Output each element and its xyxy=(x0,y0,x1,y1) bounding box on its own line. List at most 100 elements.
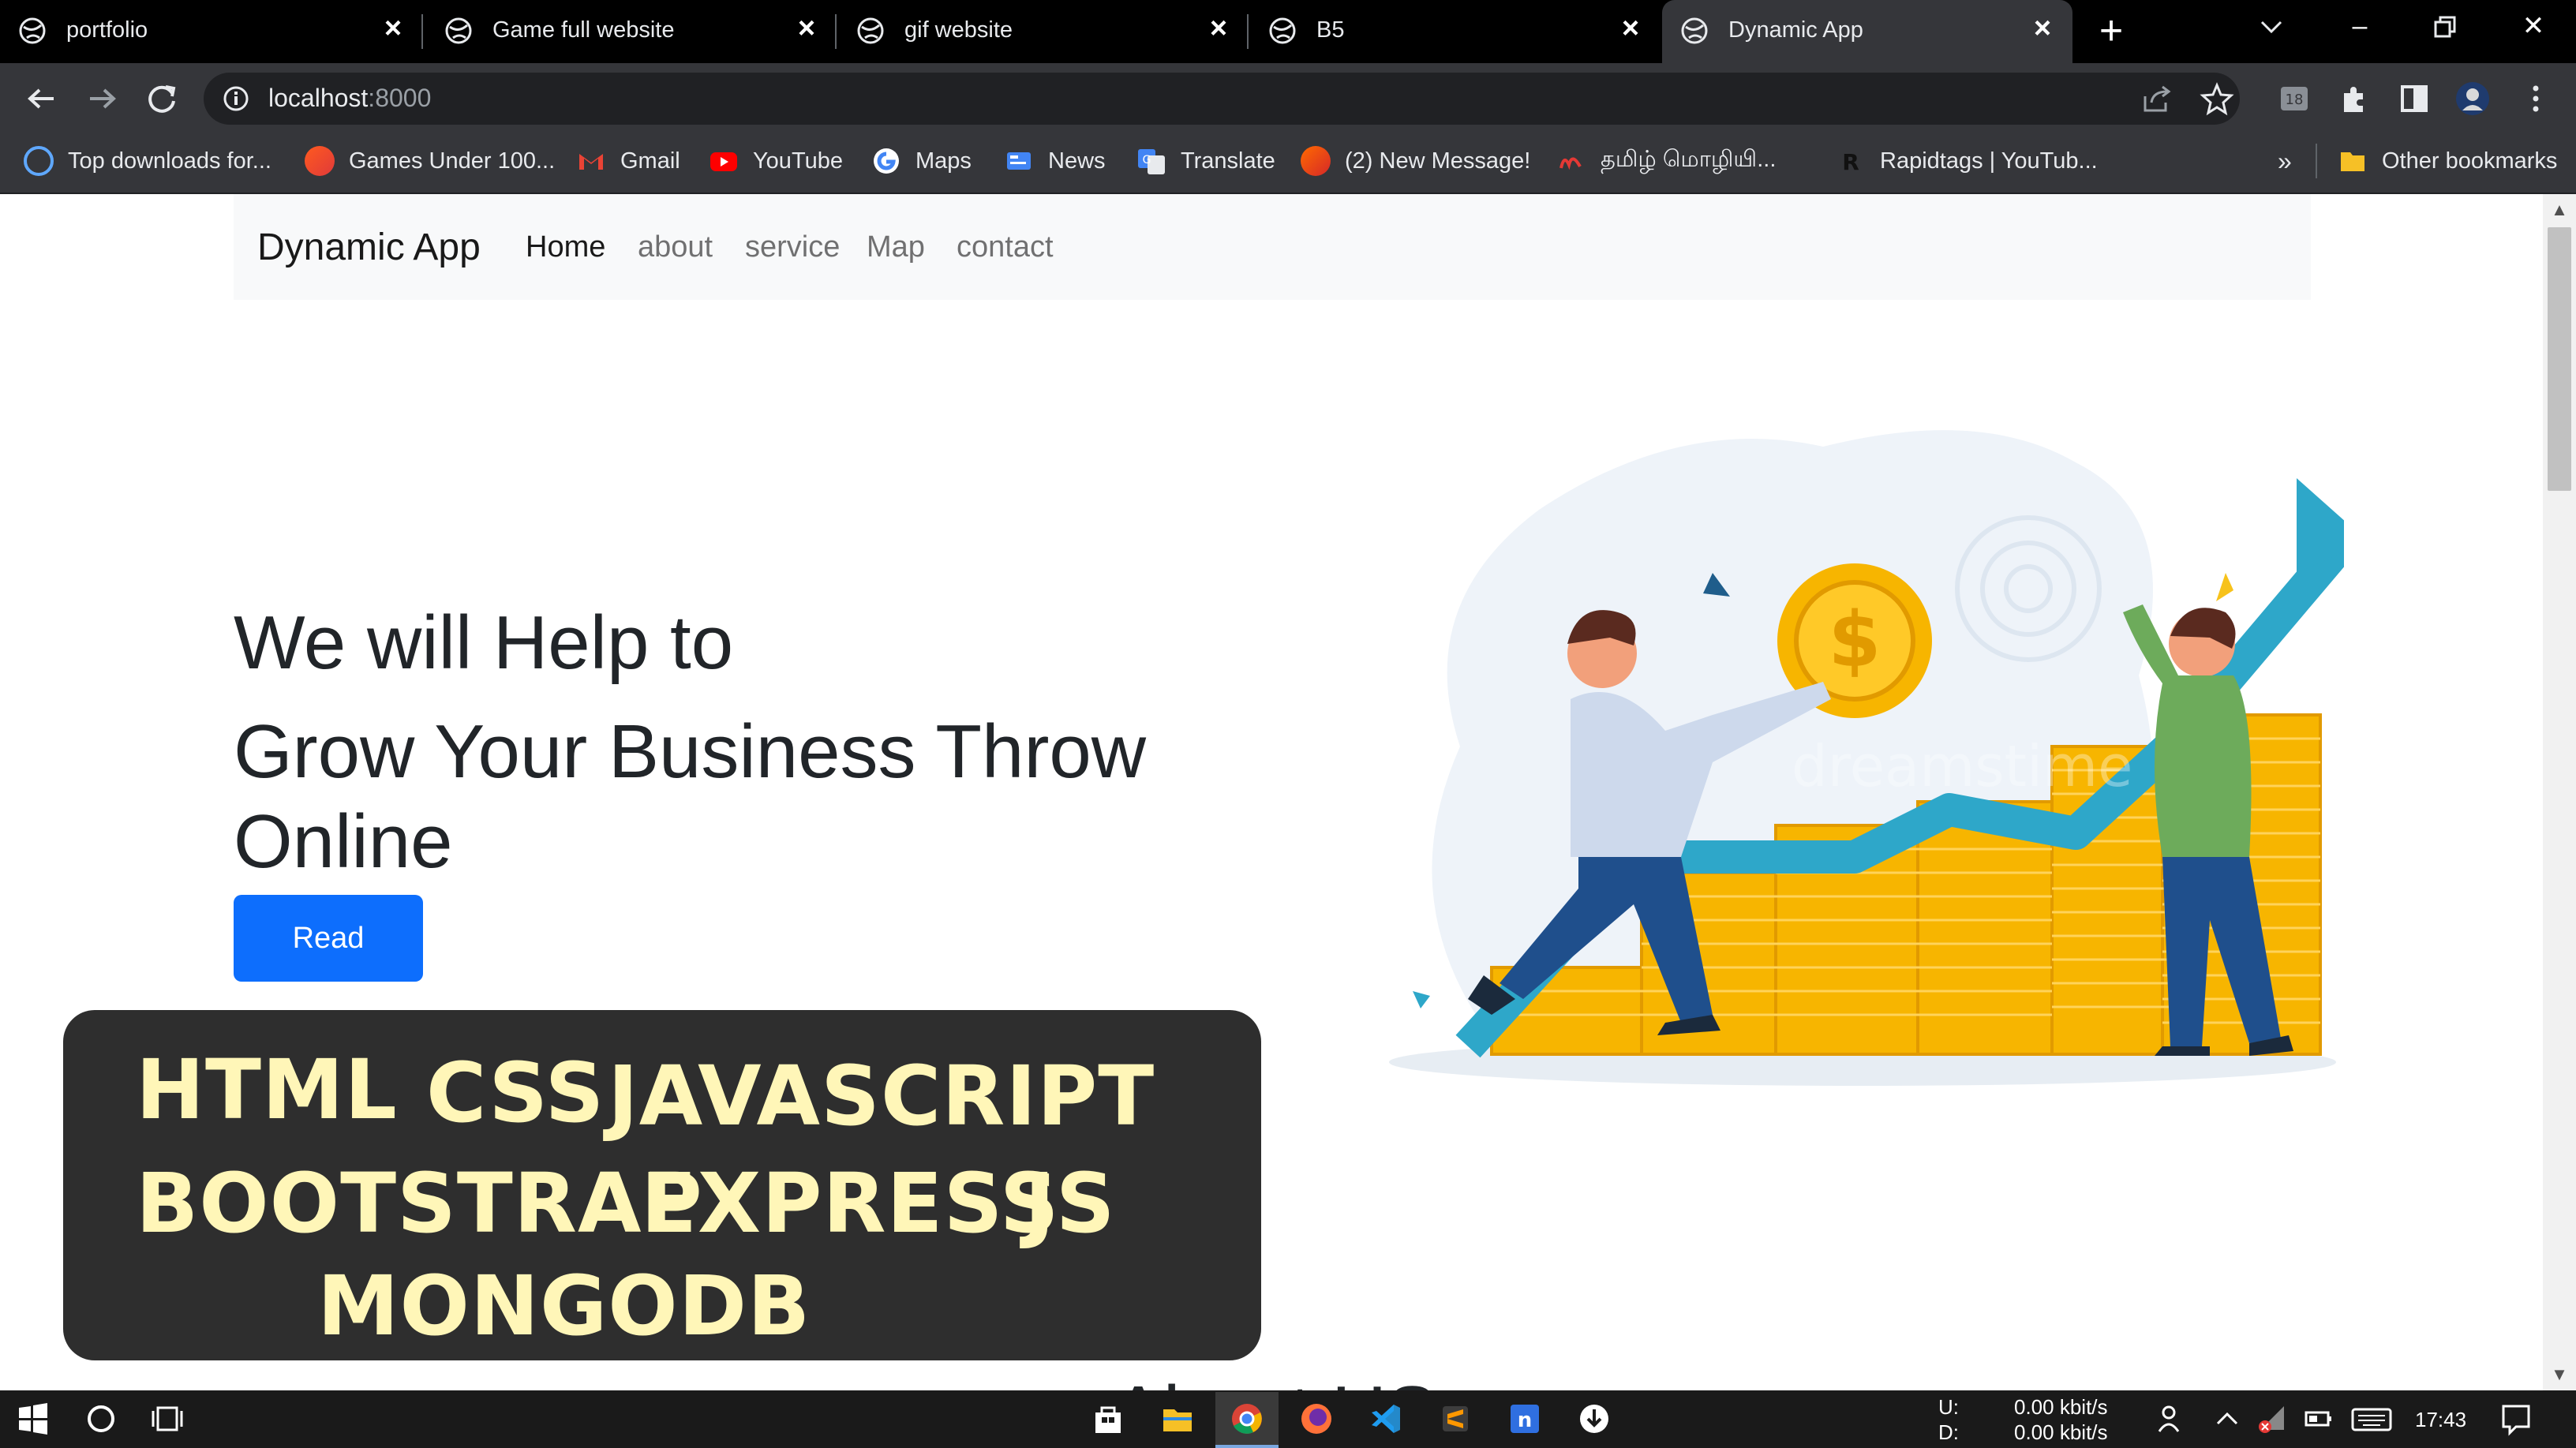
notifications-icon[interactable] xyxy=(2499,1401,2533,1436)
vscode-icon[interactable] xyxy=(1368,1401,1403,1436)
tab-separator xyxy=(1247,14,1249,49)
tab-b5[interactable]: B5 × xyxy=(1250,0,1661,63)
scroll-down-arrow[interactable]: ▼ xyxy=(2543,1360,2576,1389)
tech-label-mongodb: MONGODB xyxy=(317,1258,811,1354)
profile-avatar[interactable] xyxy=(2454,80,2491,117)
forward-icon[interactable] xyxy=(82,79,122,118)
tab-title: gif website xyxy=(904,17,1013,43)
tab-dynamic-app[interactable]: Dynamic App × xyxy=(1662,0,2072,63)
tech-label-javascript: JAVASCRIPT xyxy=(608,1048,1155,1144)
bookmarks-divider xyxy=(2316,144,2317,178)
notion-like-app-icon[interactable]: n xyxy=(1507,1401,1542,1436)
nav-link-about[interactable]: about xyxy=(638,230,713,264)
search-icon[interactable] xyxy=(84,1401,118,1436)
bookmark-top-downloads[interactable]: Top downloads for... xyxy=(24,144,271,178)
store-icon[interactable] xyxy=(1091,1401,1125,1436)
tab-strip: portfolio × Game full website × gif webs… xyxy=(0,0,2576,63)
tech-label-js: JS xyxy=(1024,1155,1116,1252)
battery-icon[interactable] xyxy=(2301,1401,2336,1436)
globe-icon xyxy=(1269,17,1296,44)
tech-label-css: CSS xyxy=(426,1045,605,1141)
read-button[interactable]: Read xyxy=(234,895,423,982)
hero-illustration: $ dreamstime xyxy=(1389,430,2344,1086)
restore-button[interactable] xyxy=(2431,14,2459,43)
bookmark-label: News xyxy=(1048,148,1106,174)
bookmark-translate[interactable]: G Translate xyxy=(1136,144,1275,178)
chrome-icon[interactable] xyxy=(1230,1401,1264,1436)
url-port: :8000 xyxy=(368,84,432,112)
tab-gif-website[interactable]: gif website × xyxy=(838,0,1249,63)
network-disconnected-icon[interactable] xyxy=(2256,1401,2290,1436)
site-info-icon[interactable] xyxy=(221,84,251,114)
file-explorer-icon[interactable] xyxy=(1160,1401,1195,1436)
scroll-up-arrow[interactable]: ▲ xyxy=(2543,196,2576,224)
bookmark-maps[interactable]: Maps xyxy=(871,144,972,178)
bookmarks-overflow-button[interactable]: » xyxy=(2278,144,2292,178)
close-window-button[interactable]: ✕ xyxy=(2510,6,2557,46)
game-site-icon xyxy=(305,146,335,176)
bookmark-news[interactable]: News xyxy=(1004,144,1106,178)
close-icon[interactable]: × xyxy=(2027,13,2058,44)
bookmark-label: Rapidtags | YouTub... xyxy=(1880,148,2098,174)
browser-menu-icon[interactable] xyxy=(2518,80,2554,117)
svg-text:G: G xyxy=(1143,154,1151,167)
windows-start-icon[interactable] xyxy=(16,1401,51,1436)
close-icon[interactable]: × xyxy=(1203,13,1234,44)
bookmark-rapidtags[interactable]: R Rapidtags | YouTub... xyxy=(1836,144,2098,178)
close-icon[interactable]: × xyxy=(791,13,822,44)
tab-search-chevron-icon[interactable] xyxy=(2256,16,2287,39)
bookmark-gmail[interactable]: Gmail xyxy=(576,144,680,178)
reload-icon[interactable] xyxy=(142,79,182,118)
nav-link-contact[interactable]: contact xyxy=(957,230,1054,264)
site-navbar: Dynamic App Home about service Map conta… xyxy=(234,194,2311,300)
back-icon[interactable] xyxy=(22,79,62,118)
close-icon[interactable]: × xyxy=(377,13,409,44)
address-bar[interactable] xyxy=(204,73,2240,125)
svg-text:R: R xyxy=(1842,149,1859,175)
nav-link-service[interactable]: service xyxy=(745,230,840,264)
share-icon[interactable] xyxy=(2139,80,2175,117)
bookmark-label: Other bookmarks xyxy=(2382,148,2558,174)
tamil-site-icon xyxy=(1559,157,1582,170)
folder-icon xyxy=(2341,152,2364,171)
tab-portfolio[interactable]: portfolio × xyxy=(0,0,423,63)
new-tab-button[interactable]: + xyxy=(2091,10,2131,51)
other-bookmarks[interactable]: Other bookmarks xyxy=(2338,144,2557,178)
firefox-icon[interactable] xyxy=(1299,1401,1334,1436)
translate-icon: G xyxy=(1138,149,1165,174)
bookmark-new-message[interactable]: (2) New Message! xyxy=(1301,144,1530,178)
youtube-icon xyxy=(710,152,737,171)
nav-link-home[interactable]: Home xyxy=(526,230,605,264)
close-icon[interactable]: × xyxy=(1615,13,1646,44)
extensions-puzzle-icon[interactable] xyxy=(2336,80,2372,117)
people-icon[interactable] xyxy=(2155,1401,2189,1436)
minimize-button[interactable]: – xyxy=(2336,6,2383,46)
side-panel-icon[interactable] xyxy=(2396,80,2432,117)
tab-title: B5 xyxy=(1316,17,1345,43)
globe-icon xyxy=(24,146,54,176)
extension-badge-icon[interactable]: 18 xyxy=(2276,80,2312,117)
bookmark-tamil[interactable]: தமிழ் மொழியி... xyxy=(1556,144,1776,178)
chevron-up-icon[interactable] xyxy=(2210,1401,2245,1436)
globe-icon xyxy=(1681,17,1708,44)
google-icon xyxy=(874,148,899,174)
scrollbar-thumb[interactable] xyxy=(2548,227,2571,491)
nav-link-map[interactable]: Map xyxy=(867,230,925,264)
hero-heading-line1: We will Help to xyxy=(234,601,734,685)
bookmark-games-under-100[interactable]: Games Under 100... xyxy=(305,144,555,178)
tab-separator xyxy=(421,14,423,49)
globe-icon xyxy=(857,17,884,44)
tab-game-full-website[interactable]: Game full website × xyxy=(426,0,837,63)
tech-label-express: EXPRESS xyxy=(641,1155,1060,1252)
clock-time[interactable]: 17:43 xyxy=(2415,1408,2466,1432)
task-view-icon[interactable] xyxy=(150,1401,185,1436)
bookmark-label: Top downloads for... xyxy=(68,148,271,174)
navbar-brand[interactable]: Dynamic App xyxy=(257,226,481,269)
bookmark-youtube[interactable]: YouTube xyxy=(709,144,843,178)
url-text[interactable]: localhost:8000 xyxy=(268,84,431,113)
globe-icon xyxy=(19,17,46,44)
sublime-text-icon[interactable] xyxy=(1438,1401,1473,1436)
download-app-icon[interactable] xyxy=(1577,1401,1612,1436)
keyboard-icon[interactable] xyxy=(2350,1401,2393,1436)
bookmark-star-icon[interactable] xyxy=(2199,80,2235,117)
